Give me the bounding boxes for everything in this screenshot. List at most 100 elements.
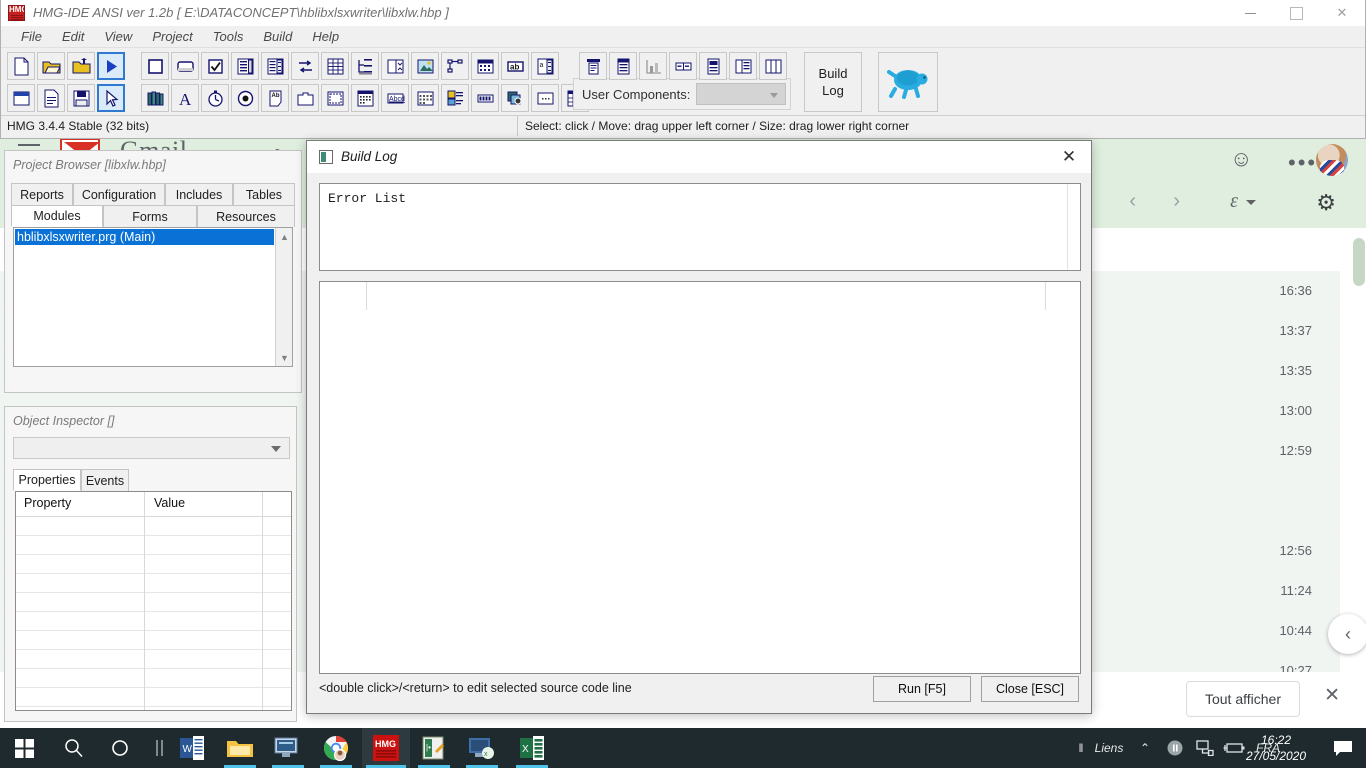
help-icon[interactable]: ☺: [1230, 146, 1252, 172]
tab-properties[interactable]: Properties: [13, 469, 81, 491]
word-icon[interactable]: W: [168, 728, 216, 768]
page-icon[interactable]: [699, 52, 727, 80]
property-row[interactable]: [16, 517, 291, 536]
library-icon[interactable]: [141, 84, 169, 112]
user-components-select[interactable]: [696, 83, 787, 105]
search-icon[interactable]: [50, 728, 98, 768]
menu-item-view[interactable]: View: [94, 29, 142, 44]
columns-icon[interactable]: [759, 52, 787, 80]
object-select[interactable]: [13, 437, 290, 459]
timer-icon[interactable]: [201, 84, 229, 112]
image-icon[interactable]: [411, 52, 439, 80]
property-row[interactable]: [16, 631, 291, 650]
print-icon[interactable]: [579, 52, 607, 80]
editor-icon[interactable]: |•: [410, 728, 458, 768]
statusbar-icon[interactable]: [669, 52, 697, 80]
volume-icon[interactable]: [1162, 728, 1188, 768]
chevron-down-icon[interactable]: [1246, 200, 1256, 205]
toolbar-row-top[interactable]: ab a: [7, 52, 561, 80]
richtext-icon[interactable]: a: [531, 52, 559, 80]
editbox-abcd-icon[interactable]: Abcd: [381, 84, 409, 112]
build-log-button[interactable]: Build Log: [804, 52, 862, 112]
tab-modules[interactable]: Modules: [11, 205, 103, 227]
property-row[interactable]: [16, 536, 291, 555]
tab-resources[interactable]: Resources: [197, 205, 295, 227]
property-row[interactable]: [16, 650, 291, 669]
density-icon[interactable]: ε: [1230, 190, 1238, 213]
object-inspector-tabs[interactable]: Properties Events: [13, 469, 299, 491]
monthcal-icon[interactable]: [351, 84, 379, 112]
calendar-icon[interactable]: [471, 52, 499, 80]
tab-includes[interactable]: Includes: [165, 183, 233, 205]
dotted-box-icon[interactable]: [531, 84, 559, 112]
notification-icon[interactable]: [1326, 728, 1360, 768]
dialog-close-button[interactable]: ✕: [1055, 146, 1083, 168]
next-page-button[interactable]: ›: [1173, 190, 1180, 213]
datepicker-icon[interactable]: [411, 84, 439, 112]
properties-grid[interactable]: Property Value: [15, 491, 292, 711]
label-ab-icon[interactable]: ab: [501, 52, 529, 80]
document-icon[interactable]: [37, 84, 65, 112]
font-icon[interactable]: A: [171, 84, 199, 112]
start-icon[interactable]: [0, 728, 48, 768]
previous-page-button[interactable]: ‹: [1129, 190, 1136, 213]
menu-item-build[interactable]: Build: [253, 29, 302, 44]
remote-app-icon[interactable]: x: [458, 728, 506, 768]
window-icon[interactable]: [7, 84, 35, 112]
close-button[interactable]: ✕: [1319, 0, 1365, 26]
property-row[interactable]: [16, 612, 291, 631]
splitter-icon[interactable]: [291, 52, 319, 80]
menu-bar[interactable]: File Edit View Project Tools Build Help: [1, 26, 1365, 48]
error-list-box[interactable]: Error List: [319, 183, 1081, 271]
new-file-icon[interactable]: [7, 52, 35, 80]
pointer-icon[interactable]: [97, 84, 125, 112]
minimize-button[interactable]: [1227, 0, 1273, 26]
nodes-icon[interactable]: [441, 52, 469, 80]
toolbar-row-right[interactable]: [579, 52, 789, 80]
property-row[interactable]: [16, 669, 291, 688]
show-all-button[interactable]: Tout afficher: [1185, 681, 1300, 717]
run-button[interactable]: Run [F5]: [873, 676, 971, 702]
links-label[interactable]: Liens: [1088, 728, 1130, 768]
more-options-icon[interactable]: •••: [1288, 150, 1317, 176]
tab-icon[interactable]: [291, 84, 319, 112]
radio-icon[interactable]: [231, 84, 259, 112]
report-icon[interactable]: [609, 52, 637, 80]
network-icon[interactable]: [1192, 728, 1218, 768]
ab-label-icon[interactable]: Ab: [261, 84, 289, 112]
listview-icon[interactable]: [441, 84, 469, 112]
property-row[interactable]: [16, 555, 291, 574]
project-browser-tabs-row1[interactable]: Reports Configuration Includes Tables: [11, 183, 297, 205]
excel-icon[interactable]: X: [508, 728, 556, 768]
open-folder-icon[interactable]: [37, 52, 65, 80]
form-icon[interactable]: [141, 52, 169, 80]
tab-configuration[interactable]: Configuration: [73, 183, 165, 205]
menu-item-edit[interactable]: Edit: [52, 29, 94, 44]
chart-icon[interactable]: [639, 52, 667, 80]
menu-item-tools[interactable]: Tools: [203, 29, 254, 44]
close-dialog-button[interactable]: Close [ESC]: [981, 676, 1079, 702]
listbox-scrollbar[interactable]: ▲ ▼: [275, 228, 292, 366]
scroll-up-icon[interactable]: ▲: [276, 228, 293, 245]
save-folder-icon[interactable]: [67, 52, 95, 80]
tab-forms[interactable]: Forms: [103, 205, 197, 227]
progressbar-icon[interactable]: [471, 84, 499, 112]
remote-desktop-icon[interactable]: [264, 728, 312, 768]
clock[interactable]: 16:22 27/05/2020: [1230, 732, 1322, 764]
property-row[interactable]: [16, 574, 291, 593]
table-icon[interactable]: [321, 52, 349, 80]
file-explorer-icon[interactable]: [216, 728, 264, 768]
turtle-icon[interactable]: [878, 52, 938, 112]
grid-icon[interactable]: [261, 52, 289, 80]
tab-tables[interactable]: Tables: [233, 183, 295, 205]
tab-events[interactable]: Events: [81, 469, 129, 491]
gear-icon[interactable]: ⚙: [1316, 190, 1336, 216]
project-browser-tabs-row2[interactable]: Modules Forms Resources: [11, 205, 297, 227]
menu-item-help[interactable]: Help: [302, 29, 349, 44]
hmg-ide-icon[interactable]: HMG: [362, 728, 410, 768]
scroll-down-icon[interactable]: ▼: [276, 349, 293, 366]
panel-icon[interactable]: [381, 52, 409, 80]
scrollbar-thumb[interactable]: [1353, 238, 1365, 286]
chrome-icon[interactable]: [312, 728, 360, 768]
maximize-button[interactable]: [1273, 0, 1319, 26]
